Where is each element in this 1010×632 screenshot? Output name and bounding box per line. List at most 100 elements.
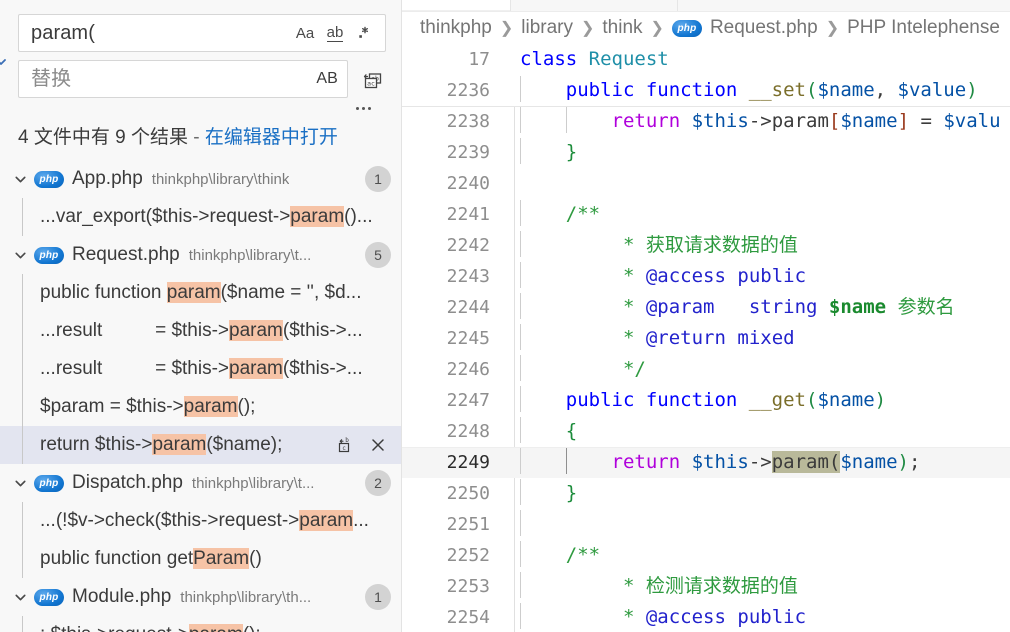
code-line-text: /** (506, 540, 1010, 571)
code-line[interactable]: 2245 * @return mixed (402, 323, 1010, 354)
search-result-file-row[interactable]: phpApp.phpthinkphp\library\think1 (0, 160, 401, 198)
replace-icon[interactable]: cb (331, 432, 357, 458)
code-token (726, 606, 737, 628)
code-token: = (909, 110, 943, 132)
code-token: public (737, 606, 806, 628)
breadcrumb-item[interactable]: think (602, 17, 642, 39)
code-line[interactable]: 17class Request (402, 44, 1010, 75)
code-line[interactable]: 2248 { (402, 416, 1010, 447)
code-line[interactable]: 2251 (402, 509, 1010, 540)
php-file-icon: php (34, 171, 64, 188)
code-line[interactable]: 2253 * 检测请求数据的值 (402, 571, 1010, 602)
replace-all-icon[interactable]: ab ac (356, 62, 389, 96)
breadcrumb-item[interactable]: library (521, 17, 573, 39)
match-case-icon[interactable]: Aa (291, 19, 319, 47)
match-text-after: (); (238, 396, 256, 417)
code-line[interactable]: 2246 */ (402, 354, 1010, 385)
code-line[interactable]: 2238 return $this->param[$name] = $valu (402, 106, 1010, 137)
code-token: param (772, 110, 829, 132)
code-token: , (875, 79, 898, 101)
search-result-match-row[interactable]: public function getParam() (0, 540, 401, 578)
chevron-down-icon[interactable] (8, 167, 32, 191)
indent-pad (520, 296, 566, 318)
editor-tab-rest[interactable] (678, 0, 1010, 11)
match-text: public function getParam() (22, 547, 262, 571)
regex-icon[interactable] (351, 19, 379, 47)
match-highlight: param (167, 282, 221, 303)
search-result-file-row[interactable]: phpModule.phpthinkphp\library\th...1 (0, 578, 401, 616)
ellipsis-icon[interactable] (353, 105, 374, 112)
line-number: 2243 (402, 266, 506, 287)
code-line[interactable]: 2240 (402, 168, 1010, 199)
code-line[interactable]: 2236 public function __set($name, $value… (402, 75, 1010, 106)
chevron-down-icon[interactable] (8, 243, 32, 267)
file-path: thinkphp\library\think (152, 171, 290, 188)
code-token: $name (840, 451, 897, 473)
code-line[interactable]: 2254 * @access public (402, 602, 1010, 632)
code-line[interactable]: 2250 } (402, 478, 1010, 509)
match-text: ...result = $this->param($this->... (22, 319, 363, 343)
breadcrumb-item[interactable]: thinkphp (420, 17, 492, 39)
search-result-file-row[interactable]: phpRequest.phpthinkphp\library\t...5 (0, 236, 401, 274)
code-line[interactable]: 2244 * @param string $name 参数名 (402, 292, 1010, 323)
code-token: ; (909, 451, 920, 473)
code-line[interactable]: 2247 public function __get($name) (402, 385, 1010, 416)
code-token: @param (646, 296, 715, 318)
whole-word-icon[interactable]: ab (321, 19, 349, 47)
match-count-badge: 1 (365, 584, 391, 610)
code-line-text: class Request (506, 44, 1010, 75)
breadcrumb-separator-icon: ❯ (826, 18, 839, 38)
code-token: 检测请求数据的值 (646, 575, 798, 597)
open-in-editor-link[interactable]: 在编辑器中打开 (205, 127, 338, 148)
search-result-match-row[interactable]: : $this->request->param(); (0, 616, 401, 632)
search-result-match-row[interactable]: ...result = $this->param($this->... (0, 312, 401, 350)
search-result-match-row[interactable]: return $this->param($name); cb (0, 426, 401, 464)
line-number: 2248 (402, 421, 506, 442)
close-icon[interactable] (365, 432, 391, 458)
search-result-match-row[interactable]: ...(!$v->check($this->request->param... (0, 502, 401, 540)
match-text-before: $param = $this-> (40, 396, 184, 417)
code-line[interactable]: 2249 return $this->param($name); (402, 447, 1010, 478)
indent-pad (520, 389, 566, 411)
code-token (886, 296, 897, 318)
editor-tab[interactable] (510, 0, 678, 11)
tree-indent-guide (22, 616, 23, 632)
line-number: 2242 (402, 235, 506, 256)
code-line[interactable]: 2242 * 获取请求数据的值 (402, 230, 1010, 261)
search-result-match-row[interactable]: $param = $this->param(); (0, 388, 401, 426)
code-token: public function (566, 79, 749, 101)
breadcrumb-item[interactable]: PHP Intelephense (847, 17, 1000, 39)
toggle-replace-chevron-icon[interactable] (0, 52, 11, 72)
code-line[interactable]: 2252 /** (402, 540, 1010, 571)
replace-option-toggles: AB (313, 65, 341, 93)
code-lines: 17class Request2236 public function __se… (402, 44, 1010, 632)
code-line[interactable]: 2241 /** (402, 199, 1010, 230)
line-number: 2246 (402, 359, 506, 380)
code-line-text: * @access public (506, 602, 1010, 632)
search-input[interactable]: param( Aa ab (18, 14, 386, 52)
match-highlight: param (299, 510, 353, 531)
preserve-case-icon[interactable]: AB (313, 65, 341, 93)
chevron-down-icon[interactable] (8, 585, 32, 609)
replace-input[interactable]: 替换 AB (18, 60, 348, 98)
breadcrumb: thinkphp❯library❯think❯phpRequest.php❯PH… (402, 12, 1010, 44)
match-text: return $this->param($name); (22, 433, 282, 457)
breadcrumb-item[interactable]: phpRequest.php (672, 17, 818, 39)
line-number: 2251 (402, 514, 506, 535)
code-token: ( (806, 79, 817, 101)
search-result-file-row[interactable]: phpDispatch.phpthinkphp\library\t...2 (0, 464, 401, 502)
search-result-match-row[interactable]: public function param($name = '', $d... (0, 274, 401, 312)
search-result-match-row[interactable]: ...var_export($this->request->param()... (0, 198, 401, 236)
breadcrumb-item-label: library (521, 17, 573, 39)
search-result-match-row[interactable]: ...result = $this->param($this->... (0, 350, 401, 388)
code-token (817, 296, 828, 318)
code-line[interactable]: 2239 } (402, 137, 1010, 168)
code-token: return (612, 451, 692, 473)
line-number: 2245 (402, 328, 506, 349)
code-content[interactable]: 17class Request2236 public function __se… (402, 44, 1010, 632)
chevron-down-icon[interactable] (8, 471, 32, 495)
line-number: 2241 (402, 204, 506, 225)
line-number: 2240 (402, 173, 506, 194)
indent-pad (520, 265, 566, 287)
code-line[interactable]: 2243 * @access public (402, 261, 1010, 292)
